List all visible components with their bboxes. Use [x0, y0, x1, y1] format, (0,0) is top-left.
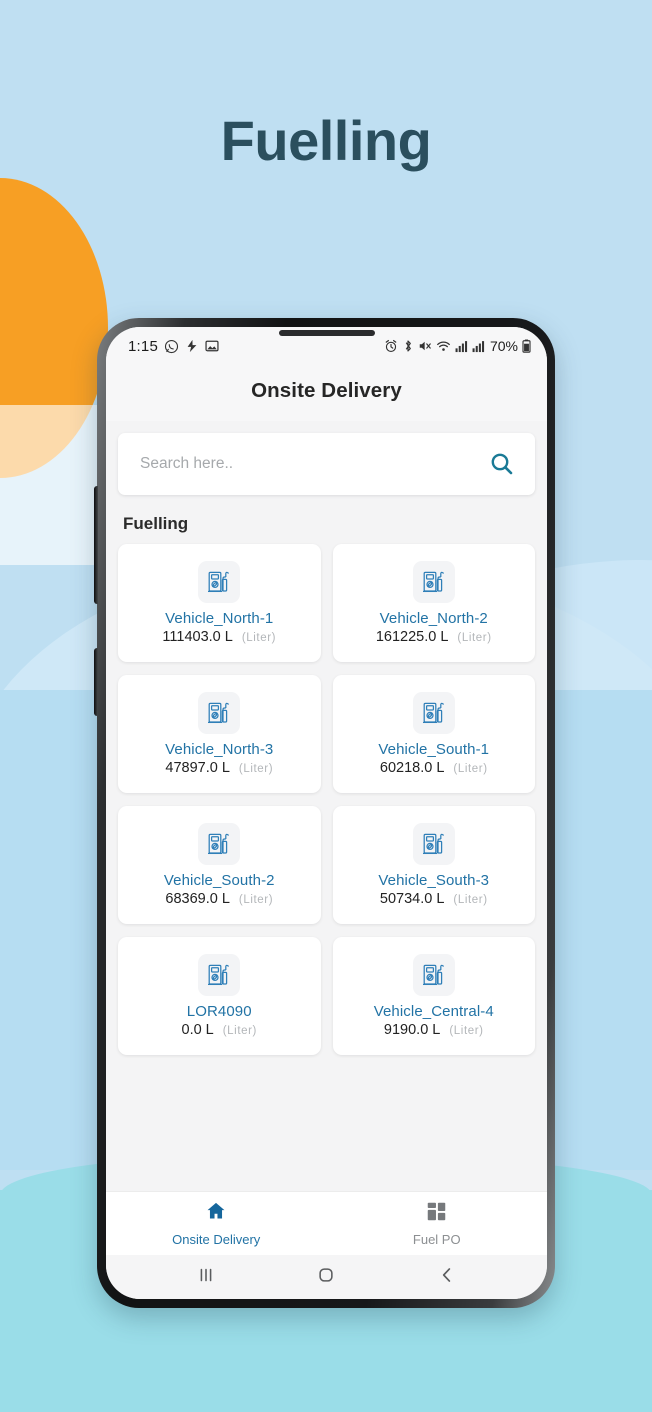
vehicle-quantity: 0.0 L (Liter) [182, 1022, 257, 1038]
vehicle-value: 111403.0 L [162, 629, 233, 645]
vehicle-name: Vehicle_North-3 [165, 741, 274, 758]
page-title: Fuelling [220, 109, 432, 172]
status-bar-left: 1:15 [128, 338, 219, 355]
vehicle-card[interactable]: Vehicle_North-3 47897.0 L (Liter) [118, 675, 321, 793]
app-bar: Onsite Delivery [106, 361, 547, 421]
vehicle-value: 47897.0 L [165, 760, 230, 776]
fuel-pump-icon [412, 692, 455, 734]
fuel-pump-icon [198, 823, 241, 865]
android-navigation-bar [106, 1255, 547, 1299]
vehicle-card[interactable]: Vehicle_North-1 111403.0 L (Liter) [118, 544, 321, 662]
vehicle-unit: (Liter) [457, 632, 492, 644]
vehicle-value: 50734.0 L [379, 891, 445, 907]
whatsapp-icon [164, 339, 179, 354]
recents-icon[interactable] [195, 1264, 217, 1291]
vehicle-card[interactable]: Vehicle_South-1 60218.0 L (Liter) [332, 675, 535, 793]
alarm-icon [384, 339, 398, 353]
nav-label: Fuel PO [412, 1231, 461, 1247]
vehicle-quantity: 111403.0 L (Liter) [162, 629, 276, 645]
vehicle-quantity: 68369.0 L (Liter) [165, 891, 273, 907]
power-button[interactable] [94, 648, 98, 716]
home-circle-icon[interactable] [315, 1264, 337, 1291]
vehicle-name: Vehicle_South-2 [163, 872, 275, 889]
section-label: Fuelling [123, 514, 189, 533]
search-bar[interactable] [118, 433, 535, 495]
home-icon [205, 1200, 227, 1227]
nav-label: Onsite Delivery [172, 1232, 261, 1247]
vehicle-card[interactable]: Vehicle_North-2 161225.0 L (Liter) [332, 544, 535, 662]
vehicle-unit: (Liter) [453, 894, 488, 906]
vehicle-quantity: 161225.0 L (Liter) [376, 629, 492, 645]
vehicle-name: LOR4090 [186, 1003, 252, 1020]
search-input[interactable] [140, 455, 489, 473]
status-bar-right: 70% [384, 338, 531, 354]
signal-icon [455, 340, 468, 353]
signal-icon [472, 340, 485, 353]
fuel-pump-icon [412, 823, 455, 865]
main-content: Fuelling [106, 421, 547, 1191]
app-bar-title: Onsite Delivery [251, 379, 402, 402]
battery-percent: 70% [489, 338, 518, 354]
vehicle-value: 161225.0 L [375, 629, 449, 645]
status-time: 1:15 [128, 337, 158, 355]
wifi-icon [436, 339, 451, 353]
image-icon [205, 339, 219, 353]
vehicle-name: Vehicle_South-3 [378, 872, 490, 889]
vehicle-name: Vehicle_Central-4 [373, 1003, 494, 1020]
vehicle-value: 9190.0 L [383, 1022, 441, 1038]
vehicle-quantity: 60218.0 L (Liter) [380, 760, 488, 776]
bottom-navigation: Onsite Delivery Fuel PO [106, 1191, 547, 1255]
mute-icon [418, 339, 432, 353]
volume-button[interactable] [94, 486, 98, 604]
vehicle-card[interactable]: Vehicle_South-3 50734.0 L (Liter) [332, 806, 535, 924]
vehicle-unit: (Liter) [241, 632, 277, 644]
vehicle-card[interactable]: LOR4090 0.0 L (Liter) [118, 937, 321, 1055]
vehicle-quantity: 47897.0 L (Liter) [165, 760, 273, 776]
vehicle-value: 0.0 L [181, 1022, 214, 1038]
bluetooth-icon [402, 339, 414, 353]
fuelling-card-grid: Vehicle_North-1 111403.0 L (Liter) Vehic… [118, 544, 535, 1055]
search-icon[interactable] [489, 451, 515, 477]
battery-icon [522, 339, 531, 353]
fuel-pump-icon [198, 954, 241, 996]
vehicle-unit: (Liter) [453, 763, 488, 775]
fuel-pump-icon [198, 561, 241, 603]
vehicle-unit: (Liter) [222, 1025, 257, 1037]
vehicle-value: 68369.0 L [165, 891, 230, 907]
vehicle-unit: (Liter) [238, 894, 274, 906]
vehicle-quantity: 9190.0 L (Liter) [384, 1022, 484, 1038]
phone-mockup: 1:15 70% Onsite Delivery Search here.. F… [94, 318, 555, 1308]
nav-tab-fuel-po[interactable]: Fuel PO [327, 1192, 548, 1255]
nav-tab-onsite-delivery[interactable]: Onsite Delivery [106, 1192, 327, 1255]
fuel-pump-icon [412, 954, 455, 996]
back-icon[interactable] [436, 1264, 458, 1291]
vehicle-card[interactable]: Vehicle_Central-4 9190.0 L (Liter) [332, 937, 535, 1055]
phone-screen: 1:15 70% Onsite Delivery Search here.. F… [106, 327, 547, 1299]
vehicle-quantity: 50734.0 L (Liter) [380, 891, 488, 907]
vehicle-name: Vehicle_South-1 [378, 741, 490, 758]
vehicle-name: Vehicle_North-1 [165, 610, 274, 627]
fuel-pump-icon [412, 561, 455, 603]
vehicle-card[interactable]: Vehicle_South-2 68369.0 L (Liter) [118, 806, 321, 924]
earpiece-speaker [278, 330, 375, 336]
notification-icon [185, 339, 199, 353]
vehicle-name: Vehicle_North-2 [379, 610, 488, 627]
vehicle-unit: (Liter) [238, 763, 274, 775]
vehicle-value: 60218.0 L [379, 760, 445, 776]
dashboard-icon [426, 1201, 447, 1227]
vehicle-unit: (Liter) [449, 1025, 484, 1037]
fuel-pump-icon [198, 692, 241, 734]
